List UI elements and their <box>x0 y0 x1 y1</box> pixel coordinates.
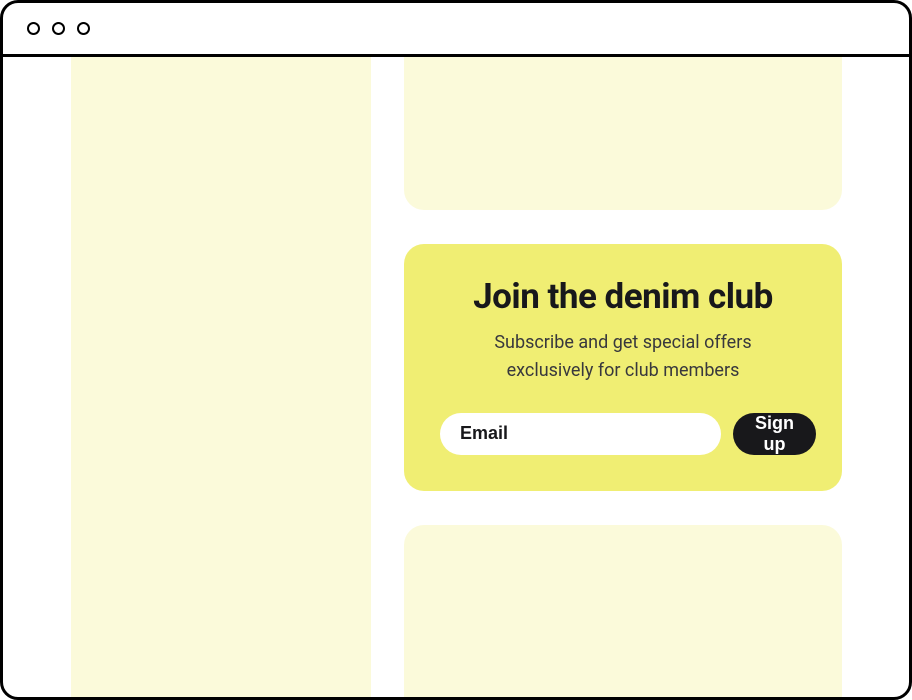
browser-content: Join the denim club Subscribe and get sp… <box>3 57 909 697</box>
content-block-placeholder <box>404 57 842 210</box>
content-block-placeholder <box>404 525 842 697</box>
subscribe-title: Join the denim club <box>473 276 773 317</box>
subscribe-card: Join the denim club Subscribe and get sp… <box>404 244 842 491</box>
signup-button[interactable]: Sign up <box>733 413 816 455</box>
window-control-dot[interactable] <box>27 22 40 35</box>
subscribe-form: Sign up <box>440 413 806 455</box>
window-control-dot[interactable] <box>52 22 65 35</box>
subscribe-subtitle: Subscribe and get special offers exclusi… <box>463 329 783 385</box>
browser-chrome <box>3 3 909 57</box>
sidebar-placeholder <box>71 57 371 697</box>
content-column: Join the denim club Subscribe and get sp… <box>404 57 842 697</box>
email-field[interactable] <box>440 413 721 455</box>
window-control-dot[interactable] <box>77 22 90 35</box>
browser-frame: Join the denim club Subscribe and get sp… <box>0 0 912 700</box>
